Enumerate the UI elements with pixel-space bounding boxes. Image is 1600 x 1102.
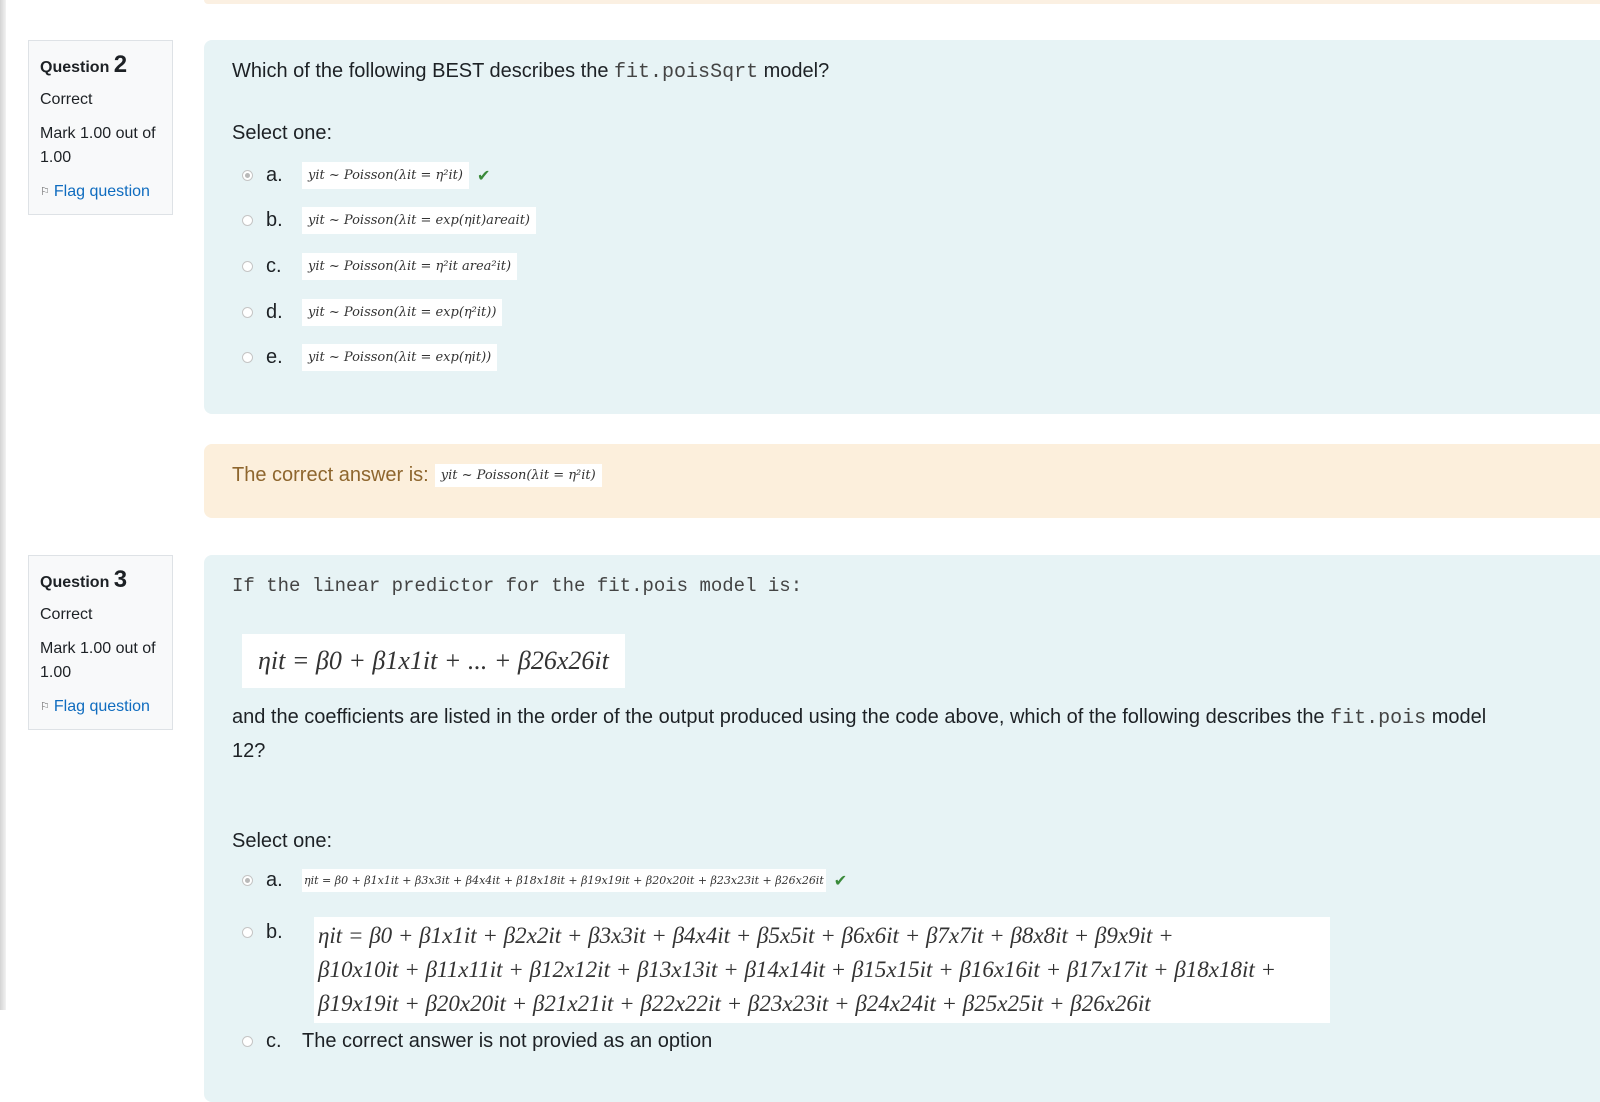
question-text: and the coefficients are listed in the o… bbox=[232, 706, 1487, 762]
linear-predictor-equation: ηit = β0 + β1x1it + ... + β26x26it bbox=[242, 634, 625, 688]
correct-answer-feedback: The correct answer is: yit ~ Poisson(λit… bbox=[204, 444, 1600, 518]
question-info-2: Question 2 Correct Mark 1.00 out of 1.00… bbox=[28, 40, 173, 215]
radio-button[interactable] bbox=[242, 927, 253, 938]
answer-option-a[interactable]: a. ηit = β0 + β1x1it + β3x3it + β4x4it +… bbox=[242, 869, 847, 892]
option-math: yit ~ Poisson(λit = η²it area²it) bbox=[302, 253, 518, 280]
feedback-label: The correct answer is: bbox=[232, 464, 429, 486]
option-text: The correct answer is not provied as an … bbox=[302, 1030, 713, 1052]
option-math: yit ~ Poisson(λit = exp(η²it)) bbox=[302, 299, 503, 326]
answer-option-d[interactable]: d. yit ~ Poisson(λit = exp(η²it)) bbox=[242, 299, 503, 326]
question-state: Correct bbox=[40, 91, 93, 108]
flag-question-link[interactable]: ⚐ Flag question bbox=[40, 695, 161, 719]
answer-option-a[interactable]: a. yit ~ Poisson(λit = η²it) ✔ bbox=[242, 162, 490, 189]
option-math: ηit = β0 + β1x1it + β2x2it + β3x3it + β4… bbox=[314, 917, 1330, 1023]
option-math: yit ~ Poisson(λit = η²it) bbox=[302, 162, 469, 189]
radio-button[interactable] bbox=[242, 261, 253, 272]
answer-option-c[interactable]: c. yit ~ Poisson(λit = η²it area²it) bbox=[242, 253, 518, 280]
question-state: Correct bbox=[40, 606, 93, 623]
answer-option-e[interactable]: e. yit ~ Poisson(λit = exp(ηit)) bbox=[242, 344, 498, 371]
answer-option-b[interactable]: b. ηit = β0 + β1x1it + β2x2it + β3x3it +… bbox=[242, 917, 1330, 1023]
check-icon: ✔ bbox=[833, 872, 848, 890]
radio-button[interactable] bbox=[242, 215, 253, 226]
question-formulation-3: If the linear predictor for the fit.pois… bbox=[204, 555, 1600, 1102]
radio-button[interactable] bbox=[242, 875, 253, 886]
feedback-math: yit ~ Poisson(λit = η²it) bbox=[434, 464, 602, 487]
question-grade: Mark 1.00 out of 1.00 bbox=[40, 125, 156, 166]
question-number: Question 3 bbox=[40, 566, 128, 593]
radio-button[interactable] bbox=[242, 170, 253, 181]
previous-feedback-strip bbox=[204, 0, 1600, 4]
flag-question-link[interactable]: ⚐ Flag question bbox=[40, 180, 161, 204]
question-formulation-2: Which of the following BEST describes th… bbox=[204, 40, 1600, 414]
check-icon: ✔ bbox=[476, 167, 491, 185]
option-math: yit ~ Poisson(λit = exp(ηit)) bbox=[302, 344, 498, 371]
flag-icon: ⚐ bbox=[40, 701, 50, 713]
radio-button[interactable] bbox=[242, 1036, 253, 1047]
question-number: Question 2 bbox=[40, 51, 128, 78]
option-math: ηit = β0 + β1x1it + β3x3it + β4x4it + β1… bbox=[302, 869, 826, 892]
select-one-prompt: Select one: bbox=[232, 122, 333, 144]
select-one-prompt: Select one: bbox=[232, 830, 333, 852]
question-intro-code: If the linear predictor for the fit.pois… bbox=[232, 575, 803, 597]
flag-icon: ⚐ bbox=[40, 186, 50, 198]
answer-option-b[interactable]: b. yit ~ Poisson(λit = exp(ηit)areait) bbox=[242, 207, 537, 234]
question-info-3: Question 3 Correct Mark 1.00 out of 1.00… bbox=[28, 555, 173, 730]
question-text: Which of the following BEST describes th… bbox=[232, 60, 830, 84]
answer-option-c[interactable]: c. The correct answer is not provied as … bbox=[242, 1030, 712, 1053]
option-math: yit ~ Poisson(λit = exp(ηit)areait) bbox=[302, 207, 537, 234]
radio-button[interactable] bbox=[242, 352, 253, 363]
question-grade: Mark 1.00 out of 1.00 bbox=[40, 640, 156, 681]
radio-button[interactable] bbox=[242, 307, 253, 318]
page-edge-shadow bbox=[0, 0, 6, 1010]
